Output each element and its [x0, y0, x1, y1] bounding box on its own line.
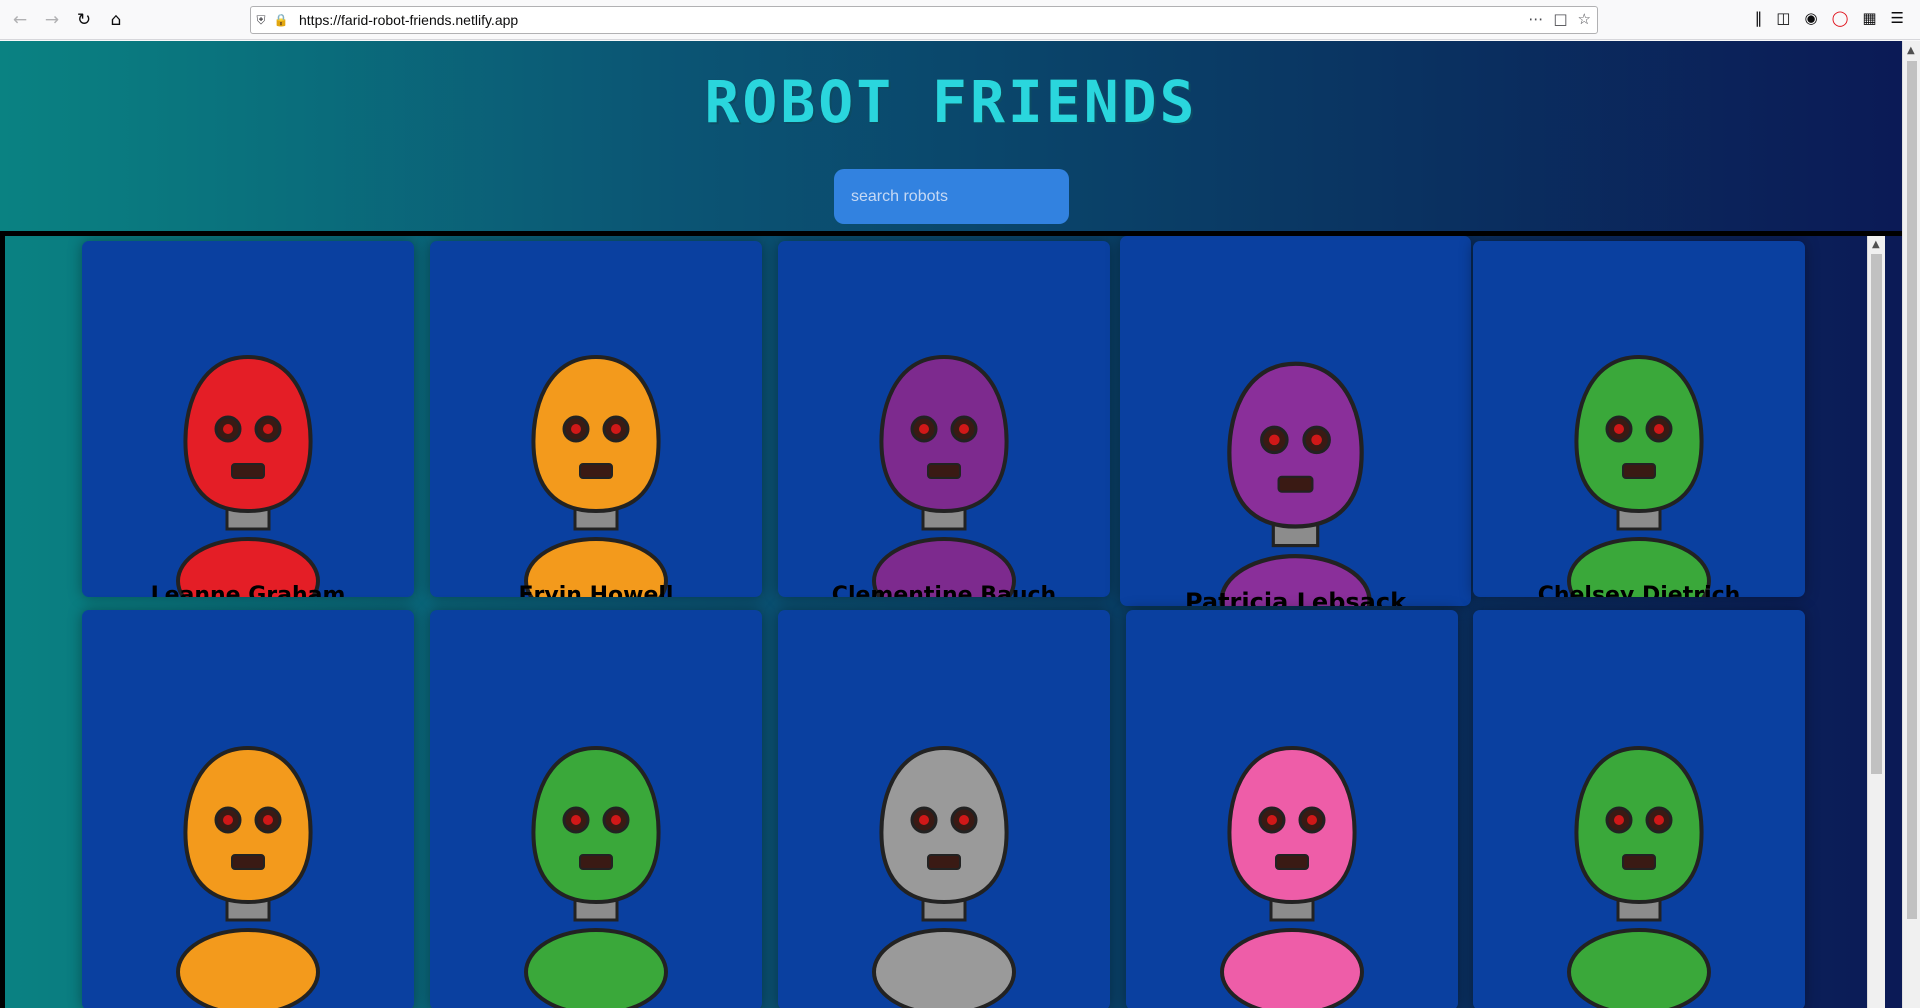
robot-card[interactable]	[82, 610, 414, 1008]
home-icon[interactable]: ⌂	[104, 8, 128, 32]
robot-image	[176, 745, 320, 1008]
robot-card[interactable]: Chelsey DietrichLucio_Hettinger@annie.ca	[1473, 241, 1805, 597]
robot-image	[1219, 361, 1372, 606]
page-title: ROBOT FRIENDS	[704, 68, 1198, 136]
robot-card[interactable]	[1473, 610, 1805, 1008]
scrollbar-thumb[interactable]	[1871, 254, 1882, 774]
robot-name: Clementine Bauch	[831, 583, 1057, 597]
window-scrollbar[interactable]: ▲	[1902, 41, 1920, 1008]
robot-image	[872, 745, 1016, 1008]
forward-arrow-icon[interactable]: →	[40, 8, 64, 32]
robot-image	[1567, 354, 1711, 597]
card-list-scroll[interactable]: Leanne GrahamSincere@april.bizErvin Howe…	[0, 231, 1902, 1008]
robot-card[interactable]: Clementine BauchNathan@yesenia.net	[778, 241, 1110, 597]
robot-image	[1220, 745, 1364, 1008]
robot-card[interactable]	[430, 610, 762, 1008]
account-icon[interactable]: ◉	[1804, 9, 1817, 27]
robot-image	[176, 354, 320, 597]
robot-card[interactable]: Leanne GrahamSincere@april.biz	[82, 241, 414, 597]
robot-image	[524, 354, 668, 597]
menu-icon[interactable]: ☰	[1891, 9, 1904, 27]
sidebar-icon[interactable]: ◫	[1776, 9, 1790, 27]
window-scrollbar-thumb[interactable]	[1907, 61, 1917, 919]
more-actions-icon[interactable]: ⋯	[1528, 10, 1543, 28]
window-scroll-up-arrow-icon[interactable]: ▲	[1907, 45, 1915, 56]
robot-card[interactable]: Patricia LebsackJulianne.OConner@kory.or…	[1120, 236, 1471, 606]
robot-name: Chelsey Dietrich	[1537, 583, 1741, 597]
robot-image	[1567, 745, 1711, 1008]
shield-icon[interactable]: ⛨	[251, 13, 271, 28]
url-bar-actions: ⋯ □ ☆	[1528, 10, 1591, 28]
url-text[interactable]: https://farid-robot-friends.netlify.app	[299, 12, 518, 28]
card-list-scrollbar[interactable]: ▲	[1867, 236, 1885, 1008]
extensions-icon[interactable]: ▦	[1862, 9, 1876, 27]
robot-image	[872, 354, 1016, 597]
bookmark-star-icon[interactable]: ☆	[1578, 10, 1591, 28]
lock-icon[interactable]: 🔒	[271, 13, 291, 27]
robot-card[interactable]	[1126, 610, 1458, 1008]
robot-name: Patricia Lebsack	[1184, 588, 1407, 606]
robot-name: Ervin Howell	[518, 583, 674, 597]
browser-toolbar: ← → ↻ ⌂ ⛨ 🔒 https://farid-robot-friends.…	[0, 0, 1920, 40]
back-arrow-icon[interactable]: ←	[8, 8, 32, 32]
search-input[interactable]	[834, 169, 1069, 224]
app-page: ROBOT FRIENDS Leanne GrahamSincere@april…	[0, 41, 1902, 1008]
robot-card[interactable]: Ervin HowellShanna@melissa.tv	[430, 241, 762, 597]
toolbar-right: ‖ ◫ ◉ ◯ ▦ ☰	[1755, 9, 1904, 27]
robot-card[interactable]	[778, 610, 1110, 1008]
opera-icon[interactable]: ◯	[1832, 9, 1849, 27]
robot-name: Leanne Graham	[150, 583, 346, 597]
url-bar[interactable]: ⛨ 🔒 https://farid-robot-friends.netlify.…	[250, 6, 1598, 34]
pocket-icon[interactable]: □	[1553, 10, 1567, 28]
reload-icon[interactable]: ↻	[72, 8, 96, 32]
library-icon[interactable]: ‖	[1755, 9, 1763, 27]
scroll-up-arrow-icon[interactable]: ▲	[1872, 239, 1880, 250]
robot-image	[524, 745, 668, 1008]
